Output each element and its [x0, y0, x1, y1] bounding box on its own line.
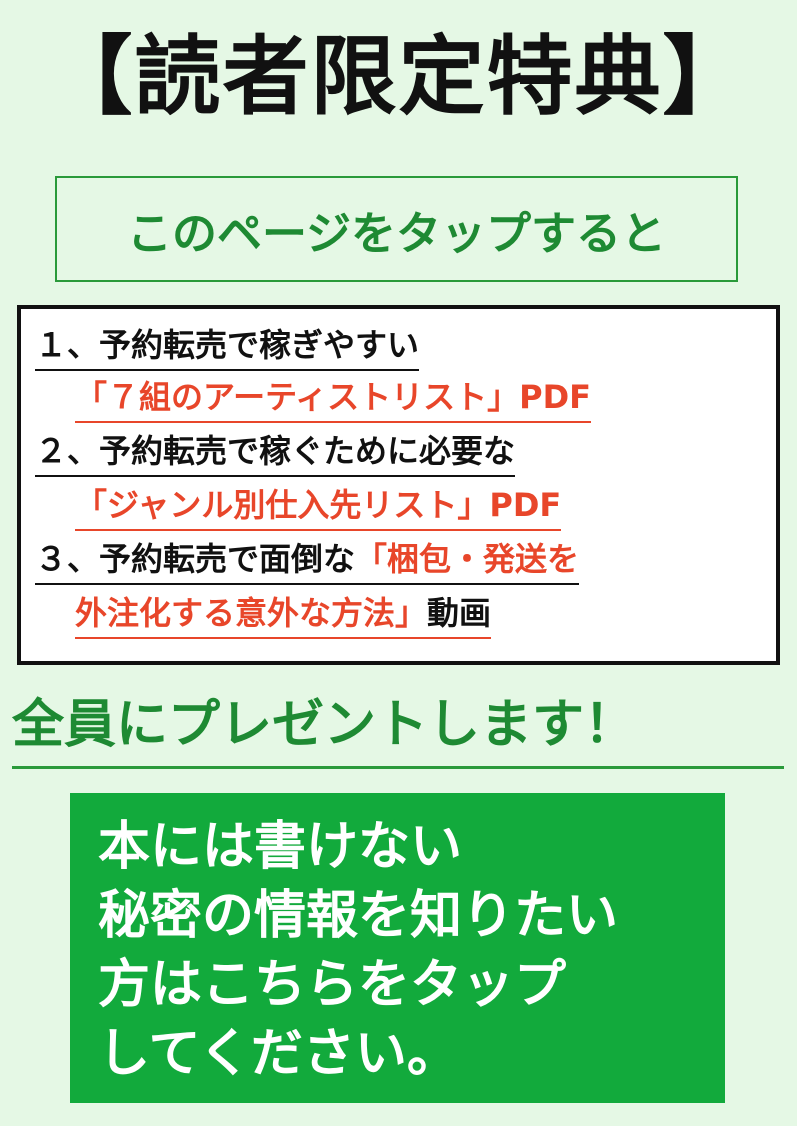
bonus-item-2-detail: 「ジャンル別仕入先リスト」PDF — [75, 483, 562, 531]
cta-line-4: してください。 — [98, 1024, 459, 1084]
bonus-list: １、予約転売で稼ぎやすい 「７組のアーティストリスト」PDF ２、予約転売で稼ぐ… — [17, 305, 780, 665]
tap-prompt-box: このページをタップすると — [55, 176, 738, 282]
bonus-item-3-detail-highlight: 外注化する意外な方法」 — [75, 594, 428, 632]
tap-prompt-text: このページをタップすると — [126, 206, 667, 260]
bonus-item-3-title-text: ３、予約転売で面倒な — [35, 540, 356, 578]
cta-tap-button[interactable]: 本には書けない 秘密の情報を知りたい 方はこちらをタップ してください。 — [70, 793, 725, 1103]
cta-line-3: 方はこちらをタップ — [98, 955, 567, 1015]
present-heading: 全員にプレゼントします！ — [12, 695, 637, 755]
cta-line-1: 本には書けない — [98, 817, 463, 877]
bonus-item-3-detail-text: 動画 — [427, 594, 492, 632]
bonus-item-3-title-highlight: 「梱包・発送を — [355, 540, 580, 578]
cta-line-2: 秘密の情報を知りたい — [98, 886, 619, 946]
bonus-item-2-title: ２、予約転売で稼ぐために必要な — [35, 429, 516, 477]
present-divider — [12, 766, 784, 769]
bonus-item-3-detail: 外注化する意外な方法」動画 — [75, 591, 492, 639]
bonus-item-1-detail: 「７組のアーティストリスト」PDF — [75, 375, 592, 423]
page-title: 【読者限定特典】 — [46, 27, 751, 127]
bonus-item-1-title: １、予約転売で稼ぎやすい — [35, 323, 420, 371]
bonus-item-3-title: ３、予約転売で面倒な「梱包・発送を — [35, 537, 580, 585]
